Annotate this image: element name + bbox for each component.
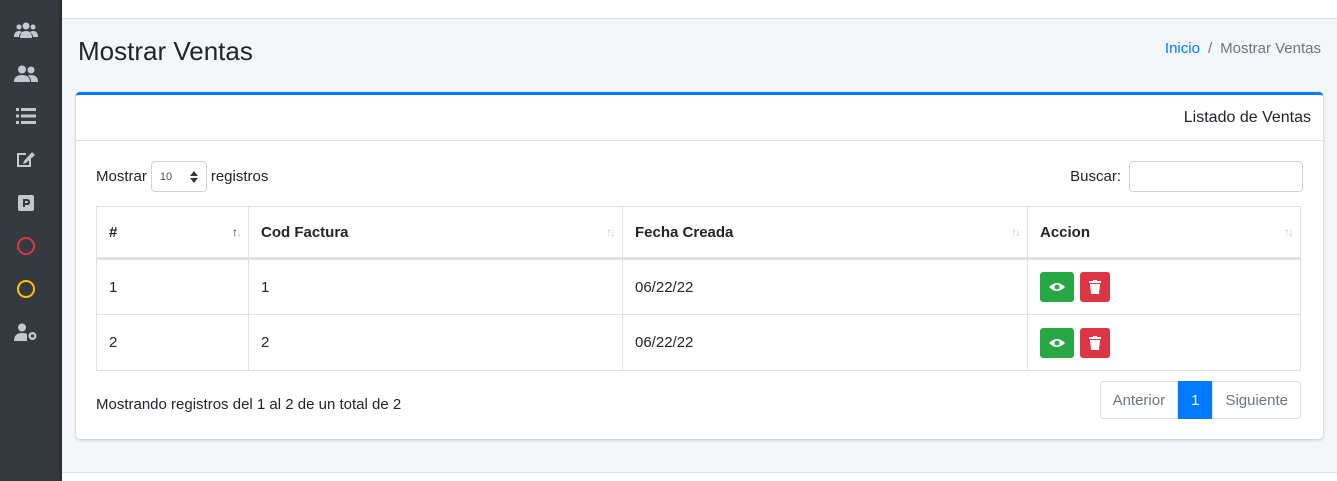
sales-card: Listado de Ventas Mostrar 10 registros B… <box>76 92 1323 439</box>
search-label: Buscar: <box>1070 168 1121 185</box>
pagination-next[interactable]: Siguiente <box>1212 381 1301 419</box>
cell-fecha-creada: 06/22/22 <box>622 314 1028 371</box>
cell-cod-factura: 1 <box>248 258 623 315</box>
table-info: Mostrando registros del 1 al 2 de un tot… <box>96 396 402 413</box>
card-header: Listado de Ventas <box>76 95 1323 141</box>
list-icon[interactable] <box>13 105 39 127</box>
cell-actions <box>1027 314 1301 371</box>
users-group-icon[interactable] <box>13 19 39 41</box>
top-navbar <box>62 0 1337 19</box>
page-length-select[interactable]: 10 <box>150 161 207 192</box>
sort-icon: ↑↓ <box>1284 225 1294 239</box>
length-suffix-label: registros <box>210 168 269 185</box>
delete-button[interactable] <box>1080 272 1111 302</box>
eye-icon <box>1049 283 1065 291</box>
sidebar <box>0 0 62 481</box>
pagination-previous[interactable]: Anterior <box>1099 381 1179 419</box>
search-input[interactable] <box>1129 161 1303 192</box>
cell-number: 1 <box>96 258 249 315</box>
sort-icon: ↑↓ <box>606 225 616 239</box>
column-header-number[interactable]: # ↑↓ <box>96 206 249 260</box>
page-length-control: Mostrar 10 registros <box>96 161 268 192</box>
card-title: Listado de Ventas <box>1183 108 1311 126</box>
view-button[interactable] <box>1040 272 1074 302</box>
circle-red-icon[interactable] <box>13 235 39 257</box>
sales-table: # ↑↓ Cod Factura ↑↓ Fecha Creada ↑↓ Acci… <box>96 206 1301 371</box>
cell-actions <box>1027 258 1301 315</box>
delete-button[interactable] <box>1080 327 1111 358</box>
breadcrumb-current: Mostrar Ventas <box>1220 40 1321 57</box>
table-header-row: # ↑↓ Cod Factura ↑↓ Fecha Creada ↑↓ Acci… <box>96 206 1301 260</box>
footer <box>62 472 1337 481</box>
sort-arrows-icon <box>189 170 198 183</box>
cell-fecha-creada: 06/22/22 <box>622 258 1028 315</box>
pagination-page-1[interactable]: 1 <box>1178 381 1213 419</box>
breadcrumb-separator: / <box>1207 40 1213 57</box>
column-header-fecha-creada[interactable]: Fecha Creada ↑↓ <box>622 206 1028 260</box>
parking-icon[interactable] <box>13 192 39 214</box>
sort-icon: ↑↓ <box>232 225 242 239</box>
trash-icon <box>1089 335 1102 350</box>
table-row: 1 1 06/22/22 <box>96 258 1301 315</box>
cell-number: 2 <box>96 314 249 371</box>
length-prefix-label: Mostrar <box>96 168 147 185</box>
breadcrumb: Inicio / Mostrar Ventas <box>1165 40 1321 57</box>
search-control: Buscar: <box>1070 161 1303 192</box>
page-length-value: 10 <box>159 170 173 183</box>
sort-icon: ↑↓ <box>1011 225 1021 239</box>
pagination: Anterior 1 Siguiente <box>1099 381 1301 419</box>
column-header-accion[interactable]: Accion ↑↓ <box>1027 206 1301 260</box>
cell-cod-factura: 2 <box>248 314 623 371</box>
user-cog-icon[interactable] <box>13 321 39 343</box>
view-button[interactable] <box>1040 327 1074 358</box>
breadcrumb-home-link[interactable]: Inicio <box>1165 40 1200 57</box>
column-header-cod-factura[interactable]: Cod Factura ↑↓ <box>248 206 623 260</box>
page-title: Mostrar Ventas <box>78 36 253 66</box>
eye-icon <box>1049 338 1065 347</box>
circle-yellow-icon[interactable] <box>13 278 39 300</box>
user-friends-icon[interactable] <box>13 62 39 84</box>
table-row: 2 2 06/22/22 <box>96 314 1301 371</box>
trash-icon <box>1089 280 1102 294</box>
sidebar-shadow <box>58 0 62 481</box>
edit-icon[interactable] <box>13 148 39 170</box>
